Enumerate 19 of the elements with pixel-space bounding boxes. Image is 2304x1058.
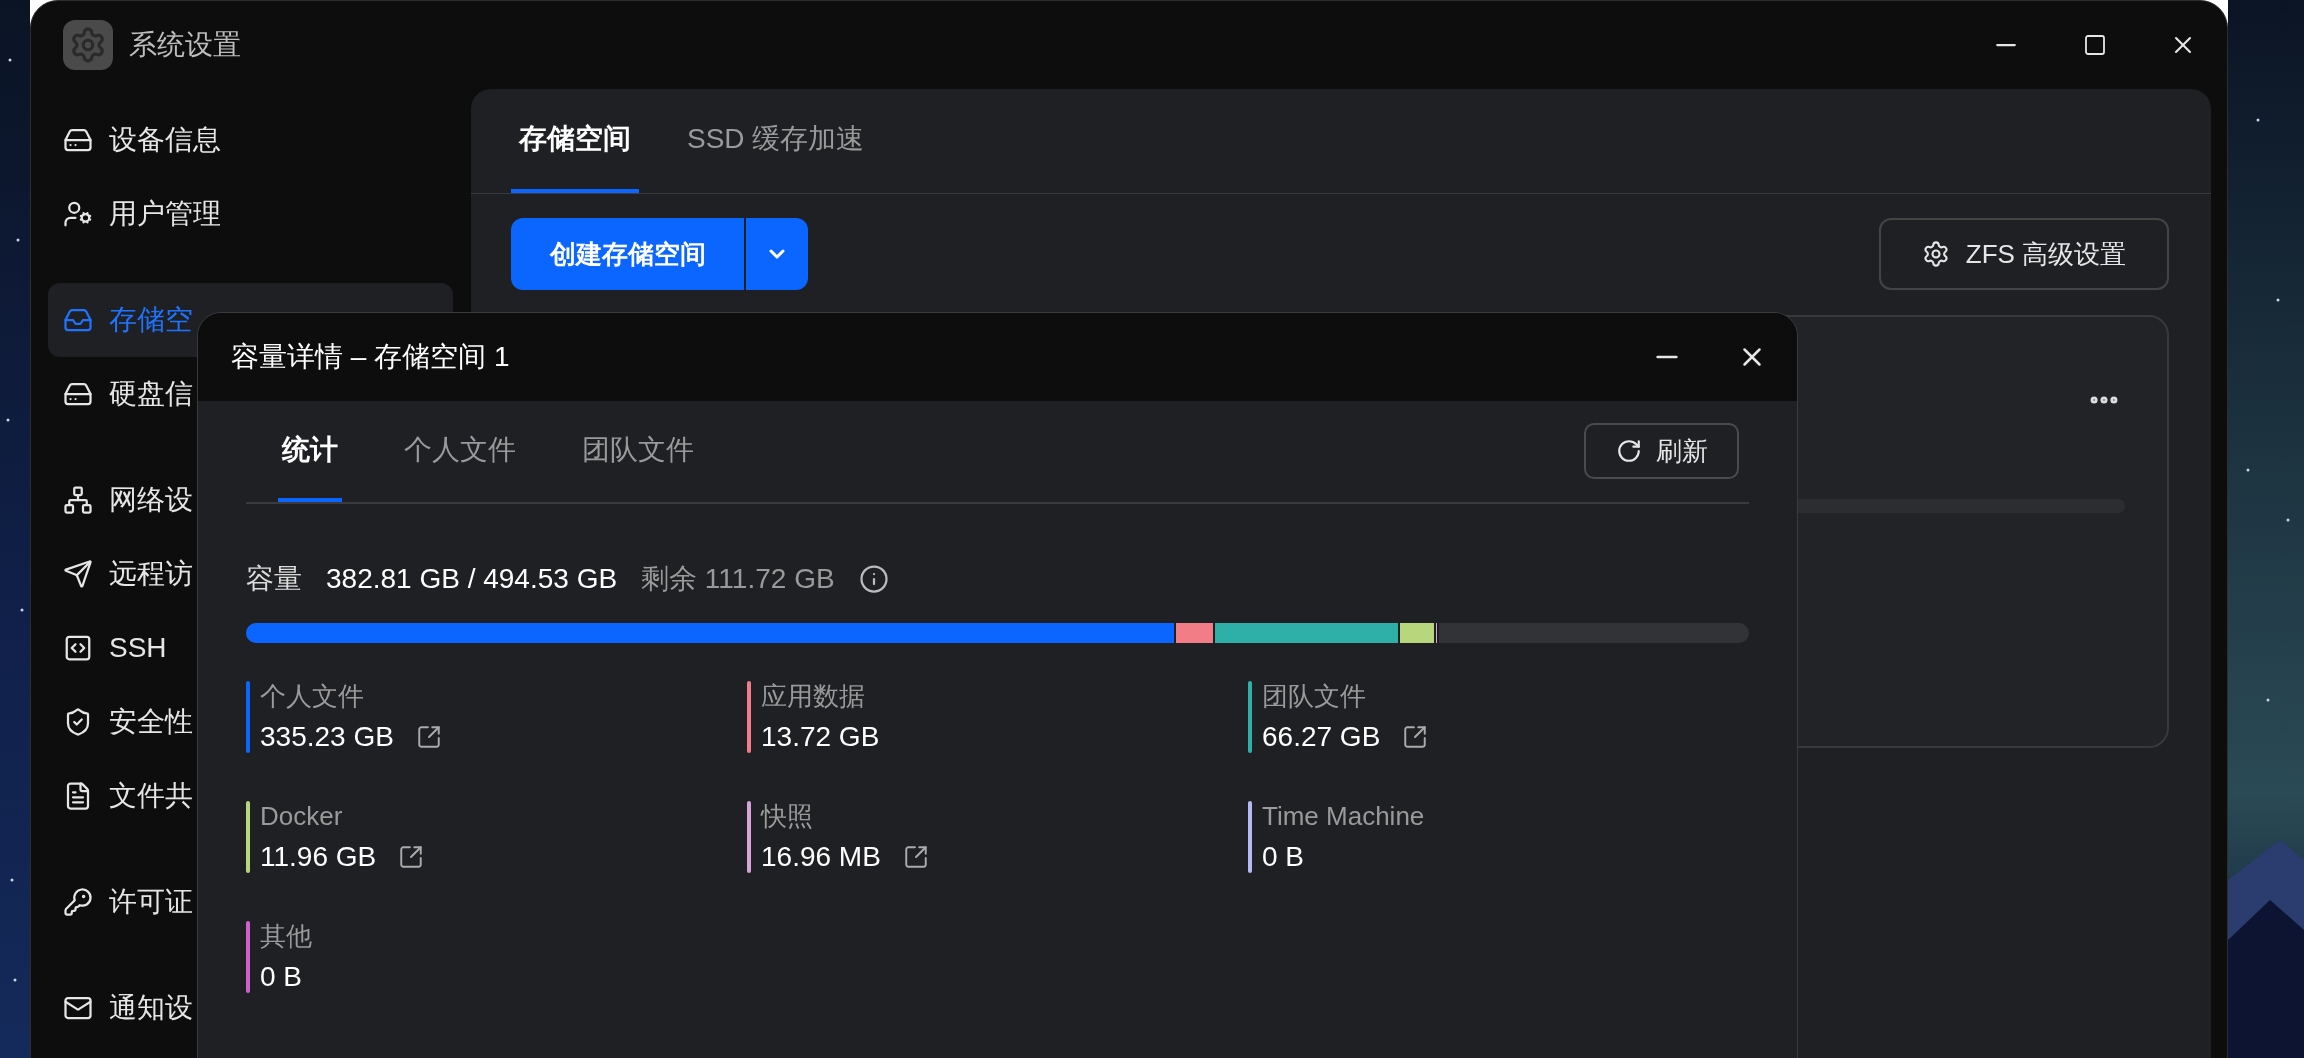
stat-value: 0 B: [260, 961, 303, 993]
stat-value: 13.72 GB: [761, 721, 880, 753]
capacity-remaining: 剩余 111.72 GB: [641, 562, 835, 596]
capacity-label: 容量: [246, 562, 302, 596]
stat-label: 团队文件: [1262, 681, 1367, 711]
stat-value: 335.23 GB: [260, 721, 394, 753]
stat-label: Time Machine: [1262, 801, 1425, 831]
stat-label: Docker: [260, 801, 344, 831]
stat-label: 其他: [260, 921, 312, 951]
stat-value: 0 B: [1262, 841, 1305, 873]
dialog-title: 容量详情 – 存储空间 1: [231, 340, 510, 374]
capacity-used: 382.81 GB / 494.53 GB: [326, 562, 618, 596]
stat-label: 应用数据: [761, 681, 866, 711]
stat-value: 16.96 MB: [761, 841, 881, 873]
stat-label: 个人文件: [260, 681, 365, 711]
stat-value: 66.27 GB: [1262, 721, 1381, 753]
stat-label: 快照: [761, 801, 814, 831]
stat-value: 11.96 GB: [260, 841, 377, 873]
window-title: 系统设置: [129, 28, 241, 62]
